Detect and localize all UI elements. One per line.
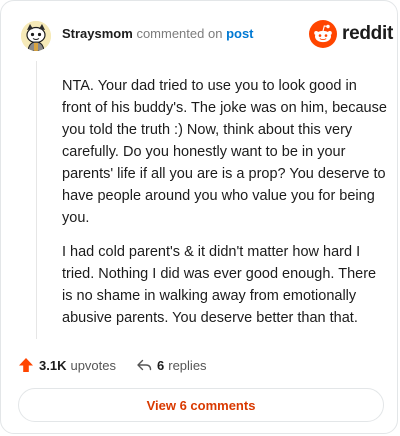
comment-body: NTA. Your dad tried to use you to look g… <box>62 75 387 341</box>
snoo-avatar-icon <box>21 21 51 51</box>
thread-line[interactable] <box>36 61 37 339</box>
upvote-count: 3.1K <box>39 357 67 373</box>
comment-card: Straysmom commented on post reddit NTA. … <box>0 0 398 434</box>
username-link[interactable]: Straysmom <box>62 26 133 41</box>
comment-paragraph: I had cold parent's & it didn't matter h… <box>62 244 377 326</box>
upvote-label: upvotes <box>70 357 117 373</box>
reddit-snoo-icon <box>309 20 337 48</box>
comment-action-text: commented on <box>136 26 223 41</box>
upvote-button[interactable]: 3.1K upvotes <box>18 357 116 373</box>
user-avatar[interactable] <box>21 21 51 51</box>
reddit-logo[interactable]: reddit <box>309 20 393 48</box>
view-comments-button[interactable]: View 6 comments <box>18 388 384 422</box>
post-link[interactable]: post <box>226 26 253 41</box>
comment-header: Straysmom commented on post <box>62 26 254 42</box>
comment-paragraph: NTA. Your dad tried to use you to look g… <box>62 78 387 226</box>
replies-button[interactable]: 6 replies <box>136 357 207 373</box>
upvote-arrow-icon <box>19 358 33 372</box>
replies-label: replies <box>168 357 207 373</box>
reply-arrow-icon <box>137 359 152 371</box>
comment-actions: 3.1K upvotes 6 replies <box>18 355 207 375</box>
reddit-wordmark: reddit <box>342 23 393 44</box>
replies-count: 6 <box>157 357 165 373</box>
